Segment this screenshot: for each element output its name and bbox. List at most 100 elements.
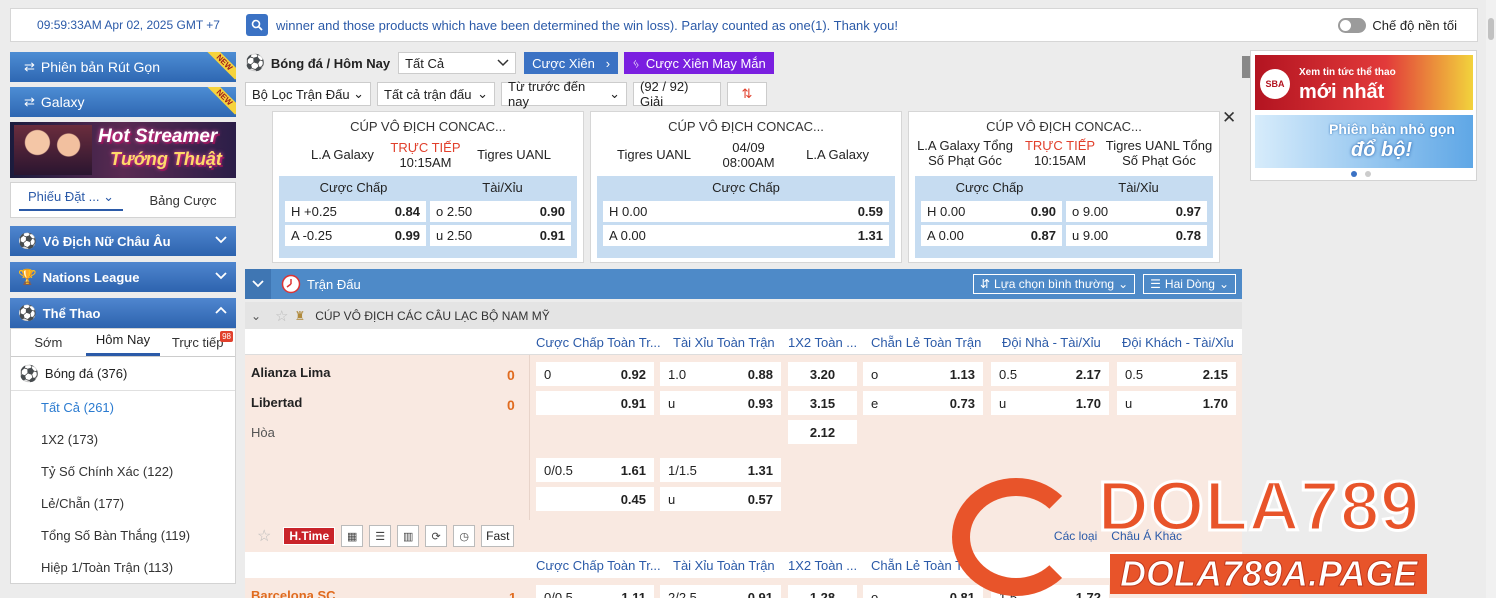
odds-cell[interactable]: 0.91 — [536, 391, 654, 415]
odds-cell[interactable]: 2.12 — [788, 420, 857, 444]
all-matches-select[interactable]: Tất cả trận đấu ⌄ — [377, 82, 495, 106]
market-all[interactable]: Tất Cả (261) — [11, 391, 235, 423]
odds-cell[interactable]: u 1.70 — [1117, 391, 1236, 415]
odds-cell[interactable]: o 9.00 0.97 — [1066, 201, 1207, 222]
tab-bet-board[interactable]: Bảng Cược — [131, 193, 235, 208]
odds-value: 1.70 — [1075, 395, 1101, 411]
market-filter-select[interactable]: Tất Cả — [398, 52, 517, 74]
chevron-down-icon: ⌄ — [1118, 277, 1129, 291]
odds-cell[interactable]: u 1.70 — [991, 391, 1109, 415]
featured-card[interactable]: CÚP VÔ ĐỊCH CONCAC... L.A Galaxy TRỰC TI… — [272, 111, 584, 263]
market-total-goals[interactable]: Tổng Số Bàn Thắng (119) — [11, 519, 235, 551]
odds-side: o — [871, 366, 879, 382]
sort-button[interactable]: ⇅ — [727, 82, 767, 106]
draw-label: Hòa — [251, 425, 275, 440]
away-team: Tigres UANL — [477, 147, 551, 162]
odds-cell[interactable]: 3.20 — [788, 362, 857, 386]
odds-cell[interactable]: 0 0.92 — [536, 362, 654, 386]
carousel-dot[interactable] — [1351, 171, 1357, 177]
refresh-icon[interactable]: ⟳ — [425, 525, 448, 547]
tournament-select[interactable]: (92 / 92) Giải — [633, 79, 721, 109]
history-icon[interactable]: ◷ — [453, 525, 476, 547]
selection-mode-dropdown[interactable]: ⇵ Lựa chọn bình thường ⌄ — [972, 274, 1136, 294]
hot-streamer-banner[interactable]: Hot Streamer Tướng Thuật — [10, 122, 236, 178]
odds-cell[interactable]: 1.0 0.88 — [660, 362, 781, 386]
market-1x2[interactable]: 1X2 (173) — [11, 423, 235, 455]
featured-card[interactable]: CÚP VÔ ĐỊCH CONCAC... Tigres UANL 04/09 0… — [590, 111, 902, 263]
home-team: Tigres UANL — [617, 147, 691, 162]
time-order-select[interactable]: Từ trước đến nay ⌄ — [501, 79, 627, 109]
collapse-button[interactable] — [245, 269, 271, 299]
short-version-button[interactable]: ⇄ Phiên bản Rút Gọn NEW — [10, 52, 236, 82]
odds-cell[interactable]: e 0.73 — [863, 391, 983, 415]
parlay-button[interactable]: Cược Xiên › — [524, 52, 619, 74]
star-icon[interactable]: ☆ — [257, 526, 271, 546]
odds-cell[interactable]: u 0.93 — [660, 391, 781, 415]
tab-early[interactable]: Sớm — [11, 335, 86, 356]
column-header: Đội Nhà - Tài/Xỉu — [1002, 335, 1101, 350]
toggle-switch[interactable] — [1338, 17, 1367, 33]
odds-cell[interactable]: 0.5 2.15 — [1117, 362, 1236, 386]
match-filter-select[interactable]: Bộ Lọc Trận Đấu ⌄ — [245, 82, 371, 106]
odds-side: o — [1072, 204, 1080, 219]
fast-button[interactable]: Fast — [481, 525, 515, 547]
search-button[interactable] — [246, 14, 268, 36]
night-mode-toggle[interactable]: Chế độ nền tối — [1338, 17, 1457, 33]
tab-bet-slip[interactable]: Phiếu Đặt ... ⌄ — [19, 189, 123, 211]
list-icon[interactable]: ☰ — [369, 525, 392, 547]
market-odd-even[interactable]: Lẻ/Chẵn (177) — [11, 487, 235, 519]
odds-cell[interactable]: 0.45 — [536, 487, 654, 511]
odds-cell[interactable]: A -0.25 0.99 — [285, 225, 426, 246]
odds-cell[interactable]: 0/0.5 1.61 — [536, 458, 654, 482]
home-score: 0 — [507, 367, 515, 383]
league-bar[interactable]: ⌄ ☆ ♜ CÚP VÔ ĐỊCH CÁC CÂU LẠC BỘ NAM MỸ — [245, 302, 1242, 329]
star-icon[interactable]: ☆ — [275, 307, 288, 325]
odds-cell[interactable]: H 0.00 0.59 — [603, 201, 889, 222]
carousel-dot[interactable] — [1365, 171, 1371, 177]
odds-cell[interactable]: o 1.13 — [863, 362, 983, 386]
compact-version-ad-banner[interactable]: Phiên bản nhỏ gọn đổ bộ! — [1255, 115, 1473, 168]
odds-cell[interactable]: o 2.50 0.90 — [430, 201, 571, 222]
odds-cell[interactable]: u 2.50 0.91 — [430, 225, 571, 246]
odds-cell[interactable]: A 0.00 1.31 — [603, 225, 889, 246]
featured-card[interactable]: CÚP VÔ ĐỊCH CONCAC... L.A Galaxy Tổng Số… — [908, 111, 1220, 263]
odds-side: A — [927, 228, 935, 243]
odds-cell[interactable]: 2/2.5 0.91 — [660, 585, 781, 598]
odds-cell[interactable]: u 0.57 — [660, 487, 781, 511]
stats-icon[interactable]: ▥ — [397, 525, 420, 547]
scrollbar-thumb[interactable] — [1488, 18, 1494, 40]
lucky-parlay-button[interactable]: ᛃ Cược Xiên May Mắn — [624, 52, 774, 74]
odds-value: 1.11 — [621, 589, 646, 598]
odds-line: 1.0 — [668, 366, 687, 382]
sport-football[interactable]: ⚽ Bóng đá (376) — [11, 357, 235, 391]
odds-cell[interactable]: 1.28 — [788, 585, 857, 598]
news-ad-banner[interactable]: SBA Xem tin tức thể thao mới nhất — [1255, 55, 1473, 110]
lucky-icon: ᛃ — [632, 55, 640, 71]
market-correct-score[interactable]: Tỷ Số Chính Xác (122) — [11, 455, 235, 487]
odds-value: 1.31 — [857, 228, 883, 243]
odds-cell[interactable]: 0/0.5 1.11 — [536, 585, 654, 598]
banner-title: Hot Streamer — [98, 126, 218, 147]
odds-cell[interactable]: H +0.25 0.84 — [285, 201, 426, 222]
side-collapse-handle[interactable] — [1242, 56, 1250, 78]
row-mode-dropdown[interactable]: ☰ Hai Dòng ⌄ — [1143, 274, 1236, 294]
league-womens-euro[interactable]: ⚽ Vô Địch Nữ Châu Âu — [10, 226, 236, 256]
home-team: L.A Galaxy — [311, 147, 374, 162]
odds-cell[interactable]: A 0.00 0.87 — [921, 225, 1062, 246]
field-icon[interactable]: ▦ — [341, 525, 364, 547]
odds-line: 0.5 — [1125, 366, 1144, 382]
odds-cell[interactable]: u 9.00 0.78 — [1066, 225, 1207, 246]
odds-cell[interactable]: 3.15 — [788, 391, 857, 415]
close-icon[interactable]: ✕ — [1222, 108, 1236, 128]
market-ht-ft[interactable]: Hiệp 1/Toàn Trận (113) — [11, 551, 235, 583]
odds-cell[interactable]: H 0.00 0.90 — [921, 201, 1062, 222]
league-nations-league[interactable]: 🏆 Nations League — [10, 262, 236, 292]
odds-cell[interactable]: 0.5 2.17 — [991, 362, 1109, 386]
away-score: 0 — [507, 397, 515, 413]
odds-cell[interactable]: 1/1.5 1.31 — [660, 458, 781, 482]
tab-today[interactable]: Hôm Nay — [85, 332, 161, 356]
odds-box: Cược Chấp H 0.00 0.59 A 0.00 1.31 — [597, 176, 895, 258]
galaxy-button[interactable]: ⇄ Galaxy NEW — [10, 87, 236, 117]
slip-tabs: Phiếu Đặt ... ⌄ Bảng Cược — [10, 182, 236, 218]
sports-header[interactable]: ⚽ Thể Thao — [10, 298, 236, 328]
